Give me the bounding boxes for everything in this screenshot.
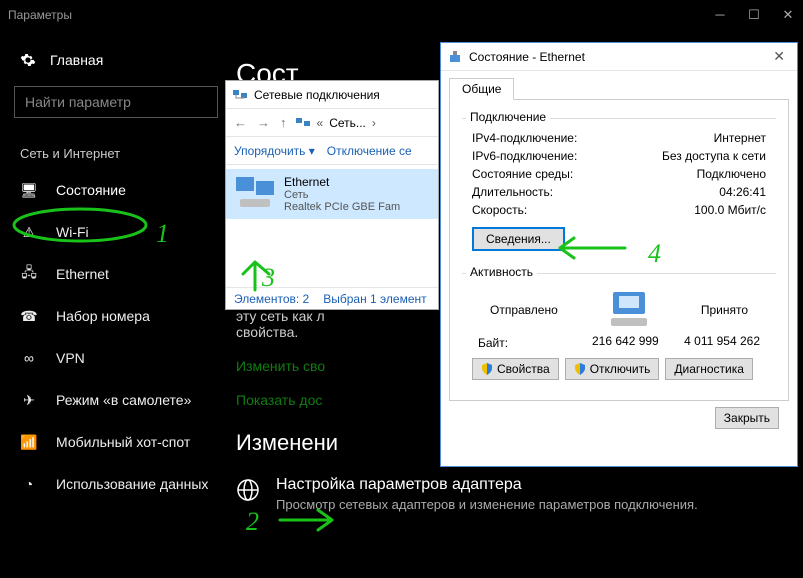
dialog-title: Состояние - Ethernet bbox=[469, 50, 585, 64]
explorer-breadcrumb[interactable]: ← → ↑ « Сеть... › bbox=[226, 109, 438, 137]
kv-key: IPv4-подключение: bbox=[472, 131, 577, 145]
bytes-sent: 216 642 999 bbox=[592, 334, 659, 348]
kv-value: 04:26:41 bbox=[719, 185, 766, 199]
vpn-icon: ∞ bbox=[20, 349, 38, 367]
properties-button[interactable]: Свойства bbox=[472, 358, 559, 380]
sidebar-item-status[interactable]: 🖥 Состояние bbox=[0, 169, 232, 211]
dialog-titlebar: Состояние - Ethernet ✕ bbox=[441, 43, 797, 71]
kv-value: Без доступа к сети bbox=[662, 149, 766, 163]
diagnose-button[interactable]: Диагностика bbox=[665, 358, 753, 380]
ethernet-icon: 🖧 bbox=[20, 265, 38, 283]
maximize-button[interactable]: ☐ bbox=[747, 7, 761, 23]
group-activity-label: Активность bbox=[466, 265, 537, 279]
airplane-icon: ✈ bbox=[20, 391, 38, 409]
sidebar-item-wifi[interactable]: ⚠ Wi-Fi bbox=[0, 211, 232, 253]
gear-icon bbox=[20, 52, 36, 68]
kv-key: Скорость: bbox=[472, 203, 527, 217]
dialog-close-button[interactable]: ✕ bbox=[767, 48, 791, 65]
sidebar-item-dialup[interactable]: ☎ Набор номера bbox=[0, 295, 232, 337]
settings-window-title: Параметры bbox=[8, 8, 72, 22]
ethernet-status-dialog: Состояние - Ethernet ✕ Общие Подключение… bbox=[440, 42, 798, 467]
kv-value: Подключено bbox=[697, 167, 766, 181]
dialog-close-footer-button[interactable]: Закрыть bbox=[715, 407, 779, 429]
hotspot-icon: 📶 bbox=[20, 433, 38, 451]
settings-titlebar: Параметры ─ ☐ ✕ bbox=[0, 0, 803, 30]
explorer-titlebar: Сетевые подключения bbox=[226, 81, 438, 109]
connection-network: Сеть bbox=[284, 189, 400, 201]
recv-label: Принято bbox=[701, 303, 748, 317]
back-icon[interactable]: ← bbox=[232, 115, 249, 130]
status-selected: Выбран 1 элемент bbox=[323, 292, 426, 306]
connection-adapter: Realtek PCIe GBE Fam bbox=[284, 201, 400, 213]
sidebar-item-vpn[interactable]: ∞ VPN bbox=[0, 337, 232, 379]
search-input[interactable] bbox=[14, 86, 218, 118]
shield-icon bbox=[481, 363, 493, 375]
kv-key: Длительность: bbox=[472, 185, 553, 199]
network-icon bbox=[232, 87, 248, 103]
adapter-desc: Просмотр сетевых адаптеров и изменение п… bbox=[276, 496, 698, 514]
data-usage-icon: ◔ bbox=[20, 475, 38, 493]
activity-computers-icon bbox=[601, 290, 657, 330]
sidebar-group-title: Сеть и Интернет bbox=[0, 134, 232, 169]
sidebar-item-label: Ethernet bbox=[56, 266, 109, 282]
network-icon bbox=[295, 115, 311, 131]
sidebar-item-hotspot[interactable]: 📶 Мобильный хот-спот bbox=[0, 421, 232, 463]
up-icon[interactable]: ↑ bbox=[278, 115, 289, 130]
settings-sidebar: Главная Сеть и Интернет 🖥 Состояние ⚠ Wi-F… bbox=[0, 30, 232, 578]
close-button[interactable]: ✕ bbox=[781, 7, 795, 23]
sidebar-item-label: Wi-Fi bbox=[56, 224, 89, 240]
window-controls: ─ ☐ ✕ bbox=[713, 7, 795, 23]
network-connections-window: Сетевые подключения ← → ↑ « Сеть... › Уп… bbox=[225, 80, 439, 310]
organize-menu[interactable]: Упорядочить ▾ bbox=[234, 144, 315, 158]
sidebar-item-data-usage[interactable]: ◔ Использование данных bbox=[0, 463, 232, 505]
adapter-icon bbox=[234, 175, 276, 211]
breadcrumb-item[interactable]: Сеть... bbox=[329, 116, 366, 130]
kv-value: Интернет bbox=[714, 131, 766, 145]
connections-list: Ethernet Сеть Realtek PCIe GBE Fam bbox=[226, 165, 438, 223]
sidebar-item-label: Режим «в самолете» bbox=[56, 392, 191, 408]
details-button[interactable]: Сведения... bbox=[472, 227, 565, 251]
group-connection-label: Подключение bbox=[466, 110, 550, 124]
ethernet-status-icon bbox=[447, 49, 463, 65]
tab-general[interactable]: Общие bbox=[449, 78, 514, 100]
dialup-icon: ☎ bbox=[20, 307, 38, 325]
sent-label: Отправлено bbox=[490, 303, 558, 317]
disable-button[interactable]: Отключить bbox=[565, 358, 660, 380]
wifi-icon: ⚠ bbox=[20, 223, 38, 241]
shield-icon bbox=[574, 363, 586, 375]
sidebar-item-label: Состояние bbox=[56, 182, 126, 198]
kv-key: IPv6-подключение: bbox=[472, 149, 577, 163]
sidebar-item-label: Использование данных bbox=[56, 476, 208, 492]
explorer-statusbar: Элементов: 2 Выбран 1 элемент bbox=[226, 287, 438, 309]
sidebar-item-label: VPN bbox=[56, 350, 85, 366]
sidebar-item-airplane[interactable]: ✈ Режим «в самолете» bbox=[0, 379, 232, 421]
connection-item-ethernet[interactable]: Ethernet Сеть Realtek PCIe GBE Fam bbox=[226, 169, 438, 219]
bytes-label: Байт: bbox=[478, 336, 508, 350]
explorer-toolbar: Упорядочить ▾ Отключение се bbox=[226, 137, 438, 165]
globe-icon bbox=[236, 478, 260, 502]
sidebar-home-label: Главная bbox=[50, 52, 103, 68]
forward-icon[interactable]: → bbox=[255, 115, 272, 130]
kv-key: Состояние среды: bbox=[472, 167, 573, 181]
sidebar-item-ethernet[interactable]: 🖧 Ethernet bbox=[0, 253, 232, 295]
explorer-title: Сетевые подключения bbox=[254, 88, 380, 102]
status-elements: Элементов: 2 bbox=[234, 292, 309, 306]
status-icon: 🖥 bbox=[20, 181, 38, 199]
connection-name: Ethernet bbox=[284, 175, 400, 189]
kv-value: 100.0 Мбит/с bbox=[694, 203, 766, 217]
minimize-button[interactable]: ─ bbox=[713, 7, 727, 23]
sidebar-item-label: Набор номера bbox=[56, 308, 150, 324]
bytes-recv: 4 011 954 262 bbox=[684, 334, 760, 348]
disable-connection-button[interactable]: Отключение се bbox=[327, 144, 412, 158]
sidebar-item-label: Мобильный хот-спот bbox=[56, 434, 190, 450]
sidebar-home[interactable]: Главная bbox=[0, 42, 232, 78]
adapter-title: Настройка параметров адаптера bbox=[276, 476, 698, 494]
